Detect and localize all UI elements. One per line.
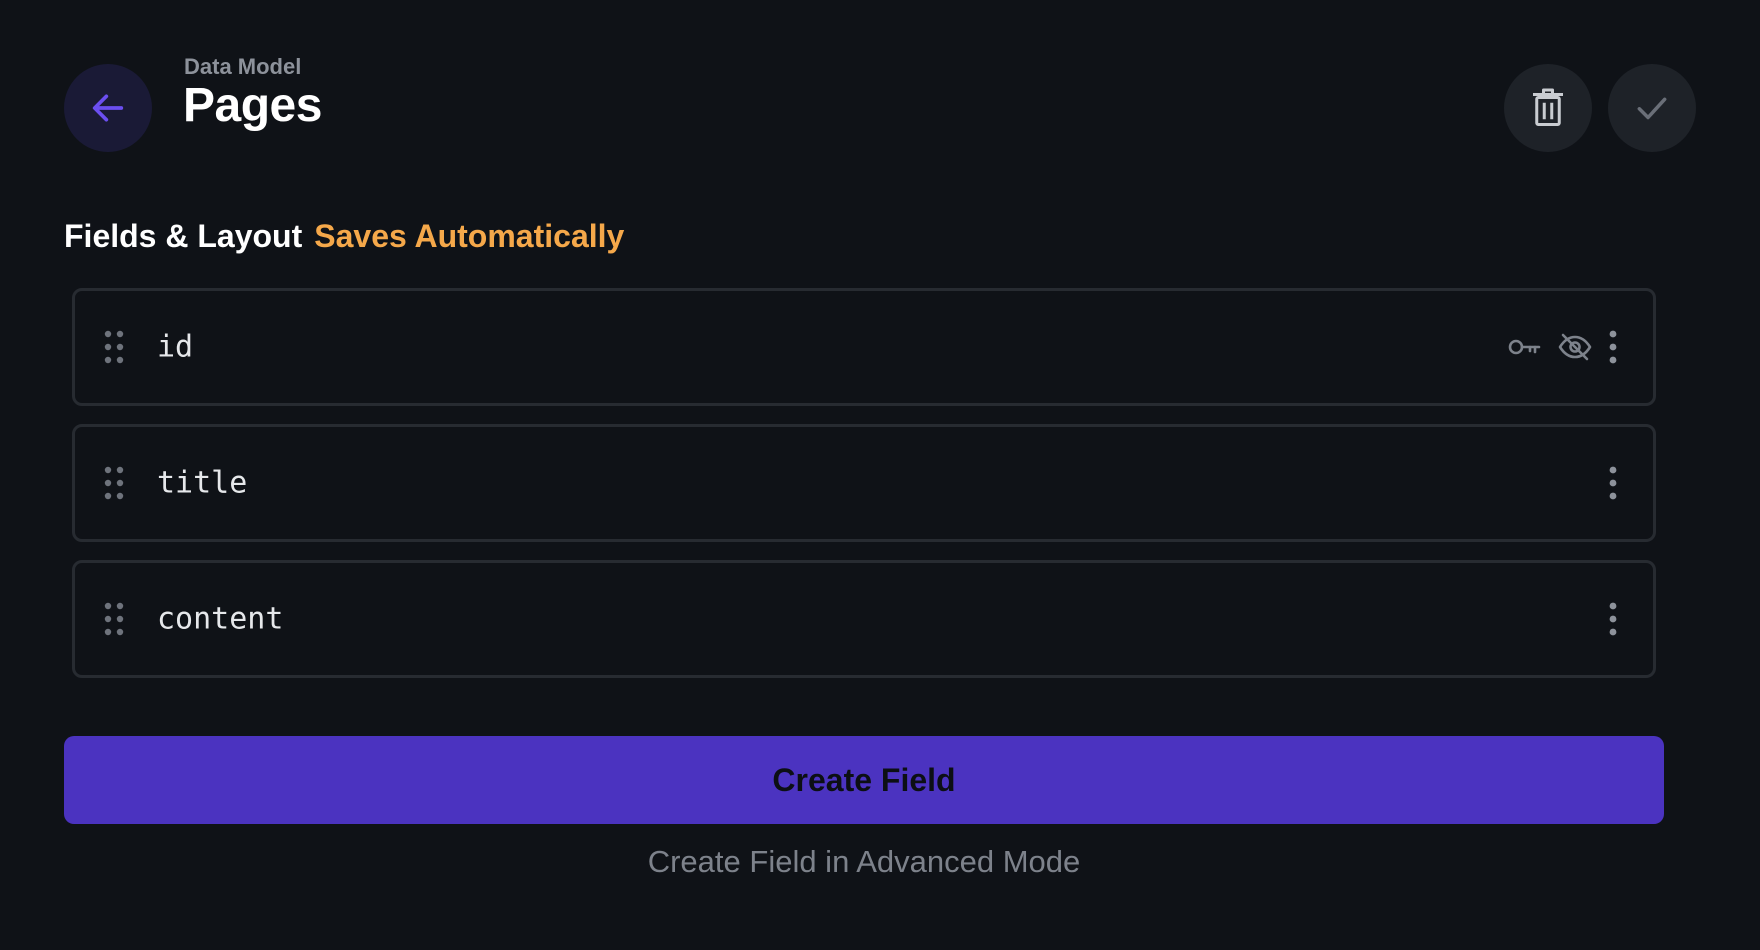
field-name: title xyxy=(157,465,248,501)
check-icon xyxy=(1633,89,1671,127)
section-label: Fields & Layout xyxy=(64,218,303,254)
eye-off-icon[interactable] xyxy=(1557,332,1593,362)
field-row-title[interactable]: title xyxy=(72,424,1656,542)
field-actions xyxy=(1507,330,1619,364)
delete-button[interactable] xyxy=(1504,64,1592,152)
autosave-status: Saves Automatically xyxy=(314,218,625,254)
trash-icon xyxy=(1530,88,1566,128)
breadcrumb: Data Model xyxy=(184,54,302,79)
create-field-button[interactable]: Create Field xyxy=(64,736,1664,824)
create-field-advanced-link[interactable]: Create Field in Advanced Mode xyxy=(0,844,1728,880)
drag-handle-icon[interactable] xyxy=(103,330,125,364)
arrow-left-icon xyxy=(88,88,128,128)
more-vertical-icon[interactable] xyxy=(1607,602,1619,636)
back-button[interactable] xyxy=(64,64,152,152)
more-vertical-icon[interactable] xyxy=(1607,466,1619,500)
field-name: content xyxy=(157,601,284,637)
field-row-id[interactable]: id xyxy=(72,288,1656,406)
save-button[interactable] xyxy=(1608,64,1696,152)
key-icon xyxy=(1507,335,1543,359)
data-model-page: Data Model Pages Fields & Layout Saves Au… xyxy=(0,0,1760,950)
drag-handle-icon[interactable] xyxy=(103,602,125,636)
field-actions xyxy=(1607,466,1619,500)
drag-handle-icon[interactable] xyxy=(103,466,125,500)
field-name: id xyxy=(157,329,194,365)
section-heading: Fields & Layout Saves Automatically xyxy=(64,218,624,255)
field-list: id title content xyxy=(72,288,1656,696)
more-vertical-icon[interactable] xyxy=(1607,330,1619,364)
field-row-content[interactable]: content xyxy=(72,560,1656,678)
page-title: Pages xyxy=(183,79,322,132)
field-actions xyxy=(1607,602,1619,636)
